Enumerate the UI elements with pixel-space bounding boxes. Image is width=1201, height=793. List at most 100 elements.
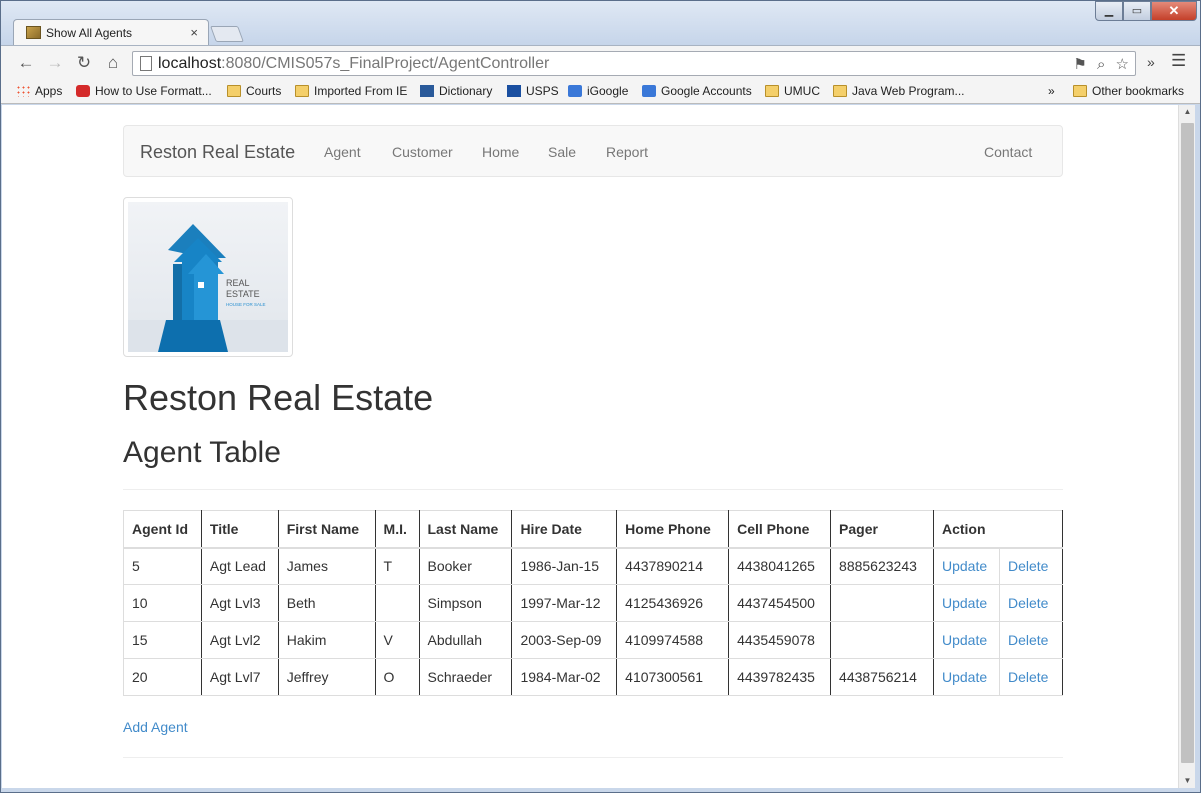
delete-link[interactable]: Delete [998, 658, 1064, 696]
cell-first-name: James [277, 547, 376, 585]
bookmark-igoogle[interactable]: iGoogle [568, 84, 628, 98]
scroll-up-icon[interactable]: ▲ [1179, 105, 1196, 119]
minimize-button[interactable]: ▁ [1095, 1, 1123, 21]
update-link[interactable]: Update [932, 547, 1000, 585]
cell-first-name: Jeffrey [277, 658, 376, 696]
close-window-button[interactable]: ✕ [1151, 1, 1197, 21]
bookmark-umuc[interactable]: UMUC [765, 84, 820, 98]
bookmark-label: How to Use Formatt... [95, 84, 212, 98]
delete-link[interactable]: Delete [998, 621, 1064, 659]
bookmark-courts[interactable]: Courts [227, 84, 281, 98]
bookmark-how-to-use[interactable]: How to Use Formatt... [76, 84, 212, 98]
forward-arrow-icon[interactable]: → [44, 53, 66, 73]
google-icon [642, 85, 656, 97]
new-tab-button[interactable] [210, 26, 244, 42]
nav-report[interactable]: Report [606, 144, 648, 160]
bookmark-dictionary[interactable]: Dictionary [420, 84, 492, 98]
tab-show-all-agents[interactable]: Show All Agents × [13, 19, 209, 46]
table-row: 15 Agt Lvl2 Hakim V Abdullah 2003-Sep-09… [123, 621, 1064, 659]
nav-agent[interactable]: Agent [324, 144, 361, 160]
delete-link[interactable]: Delete [998, 584, 1064, 622]
navbar-brand[interactable]: Reston Real Estate [140, 142, 295, 163]
delete-link[interactable]: Delete [998, 547, 1064, 585]
cell-mi [374, 584, 420, 622]
url-host: localhost [158, 55, 222, 72]
column-header: Cell Phone [728, 510, 832, 549]
bookmarks-overflow-icon[interactable]: » [1048, 84, 1055, 98]
scroll-thumb[interactable] [1181, 123, 1194, 763]
logo-text-real: REAL [226, 278, 250, 288]
bookmark-apps[interactable]: Apps [16, 84, 62, 98]
cell-title: Agt Lead [200, 547, 279, 585]
table-row: 10 Agt Lvl3 Beth Simpson 1997-Mar-12 412… [123, 584, 1064, 622]
footer-divider [123, 757, 1063, 758]
bookmark-star-icon[interactable]: ☆ [1116, 56, 1129, 73]
url-text: localhost:8080/CMIS057s_FinalProject/Age… [158, 55, 549, 73]
cell-home-phone: 4125436926 [616, 584, 730, 622]
bookmark-usps[interactable]: USPS [507, 84, 559, 98]
page-container: Reston Real Estate Agent Customer Home S… [123, 125, 1064, 758]
house-arrow-icon: REAL ESTATE HOUSE FOR SALE [128, 224, 288, 352]
bookmark-label: Dictionary [439, 84, 493, 98]
nav-contact[interactable]: Contact [984, 144, 1032, 160]
page-icon [140, 56, 152, 71]
bookmark-imported-from-ie[interactable]: Imported From IE [295, 84, 407, 98]
other-bookmarks[interactable]: Other bookmarks [1073, 84, 1184, 98]
update-link[interactable]: Update [932, 621, 1000, 659]
update-link[interactable]: Update [932, 658, 1000, 696]
bookmark-java-web[interactable]: Java Web Program... [833, 84, 965, 98]
nav-customer[interactable]: Customer [392, 144, 453, 160]
nav-sale[interactable]: Sale [548, 144, 576, 160]
browser-window: Show All Agents × ▁ ▭ ✕ ← → ↻ ⌂ localhos… [0, 0, 1201, 793]
tab-close-icon[interactable]: × [190, 25, 198, 40]
cell-mi: T [374, 547, 420, 585]
maximize-button[interactable]: ▭ [1123, 1, 1151, 21]
bookmark-label: UMUC [784, 84, 820, 98]
bookmark-google-accounts[interactable]: Google Accounts [642, 84, 752, 98]
table-body: 5 Agt Lead James T Booker 1986-Jan-15 44… [123, 547, 1064, 696]
extensions-overflow-icon[interactable]: » [1147, 54, 1155, 70]
folder-icon [1073, 85, 1087, 97]
table-row: 20 Agt Lvl7 Jeffrey O Schraeder 1984-Mar… [123, 658, 1064, 696]
reload-icon[interactable]: ↻ [73, 53, 95, 73]
omnibox-icons: ⚑ ⌕ ☆ [1067, 55, 1129, 73]
cell-cell-phone: 4437454500 [728, 584, 832, 622]
home-icon[interactable]: ⌂ [102, 53, 124, 73]
table-header: Agent Id Title First Name M.I. Last Name… [123, 510, 1064, 549]
folder-icon [765, 85, 779, 97]
cell-title: Agt Lvl3 [200, 584, 279, 622]
nav-home[interactable]: Home [482, 144, 519, 160]
cell-hire-date: 1997-Mar-12 [511, 584, 618, 622]
page-title: Reston Real Estate [123, 377, 434, 418]
divider [123, 489, 1063, 490]
cell-agent-id: 5 [123, 547, 202, 585]
add-agent-link[interactable]: Add Agent [123, 719, 188, 735]
column-header: M.I. [374, 510, 420, 549]
cell-home-phone: 4109974588 [616, 621, 730, 659]
scroll-down-icon[interactable]: ▼ [1179, 774, 1196, 788]
zoom-icon[interactable]: ⌕ [1097, 56, 1105, 73]
update-link[interactable]: Update [932, 584, 1000, 622]
cell-cell-phone: 4435459078 [728, 621, 832, 659]
cell-last-name: Booker [418, 547, 513, 585]
address-bar[interactable]: localhost:8080/CMIS057s_FinalProject/Age… [132, 51, 1136, 76]
menu-icon[interactable]: ☰ [1171, 51, 1186, 71]
extension-icon[interactable]: ⚑ [1073, 56, 1086, 73]
cell-pager: 8885623243 [830, 547, 934, 585]
page-scrollbar[interactable]: ▲ ▼ [1178, 105, 1195, 788]
bookmark-label: USPS [526, 84, 559, 98]
column-header: Pager [830, 510, 934, 549]
column-header: Last Name [418, 510, 513, 549]
cell-hire-date: 1984-Mar-02 [511, 658, 618, 696]
cell-first-name: Beth [277, 584, 376, 622]
column-header: First Name [277, 510, 376, 549]
other-bookmarks-label: Other bookmarks [1092, 84, 1185, 98]
tab-bar: Show All Agents × ▁ ▭ ✕ [1, 1, 1200, 46]
maximize-icon: ▭ [1131, 5, 1143, 17]
back-arrow-icon[interactable]: ← [15, 53, 37, 73]
agent-table: Agent Id Title First Name M.I. Last Name… [123, 510, 1064, 696]
google-icon [568, 85, 582, 97]
cell-pager [830, 584, 934, 622]
cell-agent-id: 10 [123, 584, 202, 622]
cell-title: Agt Lvl2 [200, 621, 279, 659]
